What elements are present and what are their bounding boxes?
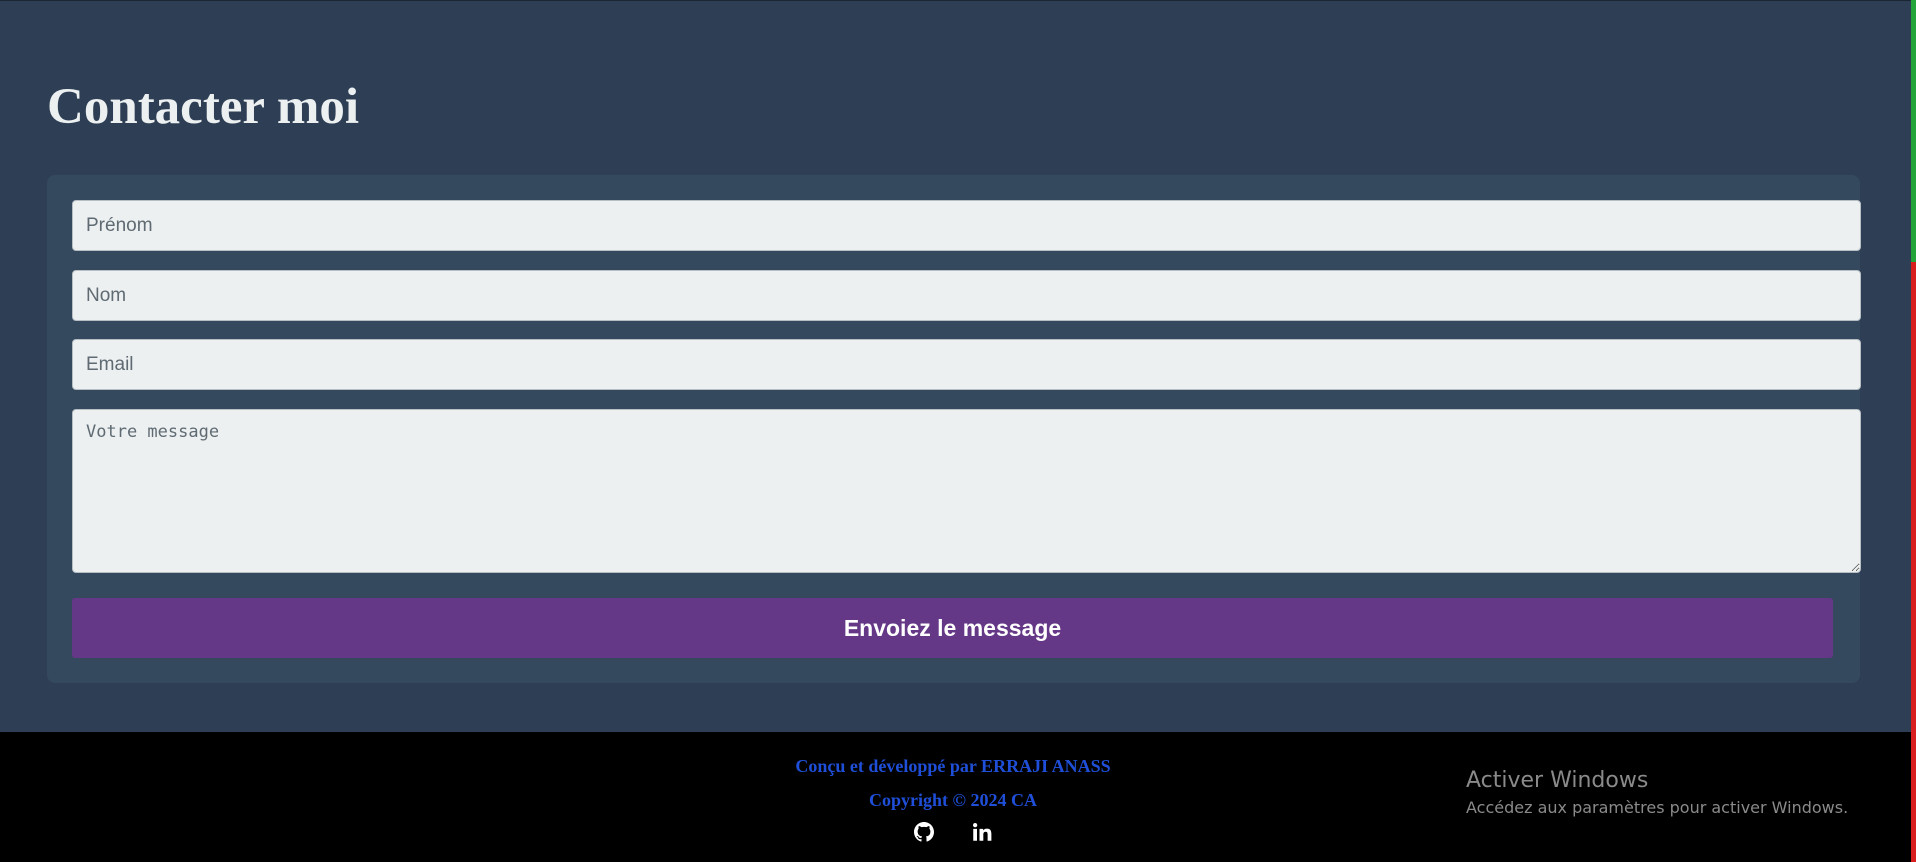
activate-windows-title: Activer Windows xyxy=(1466,768,1649,793)
linkedin-link[interactable] xyxy=(972,822,992,842)
edge-accent-bar-red xyxy=(1911,262,1916,862)
firstname-input[interactable] xyxy=(72,200,1861,251)
contact-form: Envoiez le message xyxy=(47,175,1861,683)
activate-windows-subtitle: Accédez aux paramètres pour activer Wind… xyxy=(1466,798,1849,817)
social-links xyxy=(0,822,1906,842)
send-message-button[interactable]: Envoiez le message xyxy=(72,598,1833,658)
page: Contacter moi Envoiez le message Conçu e… xyxy=(0,0,1916,862)
activate-windows-watermark: Activer Windows Accédez aux paramètres p… xyxy=(1466,766,1848,820)
edge-accent-bar-green xyxy=(1911,0,1916,262)
message-textarea[interactable] xyxy=(72,409,1861,573)
github-icon xyxy=(914,822,934,842)
page-title: Contacter moi xyxy=(47,79,360,135)
email-input[interactable] xyxy=(72,339,1861,390)
footer: Conçu et développé par ERRAJI ANASS Copy… xyxy=(0,732,1911,862)
contact-section: Contacter moi Envoiez le message xyxy=(0,0,1911,732)
lastname-input[interactable] xyxy=(72,270,1861,321)
github-link[interactable] xyxy=(914,822,934,842)
linkedin-icon xyxy=(972,822,992,842)
